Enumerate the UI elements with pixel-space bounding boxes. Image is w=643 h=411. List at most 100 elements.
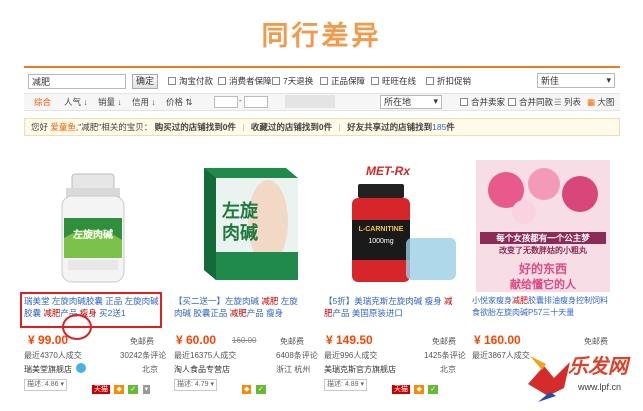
sort-select[interactable]: 新佳 ▾ bbox=[537, 73, 615, 88]
view-grid-button[interactable]: ▦ 大图 bbox=[587, 96, 614, 108]
badge-icons-2: ◆ ✓ bbox=[242, 378, 266, 396]
range-dash: - bbox=[239, 95, 242, 105]
product-title-3[interactable]: 【5折】美瑞克斯左旋肉碱 瘦身 减肥产品 美国原装进口 bbox=[324, 295, 460, 322]
box-label: 左旋肉碱 bbox=[222, 201, 258, 243]
badge-icons-3: 天猫 ◆ ✓ bbox=[392, 378, 439, 396]
bottle-label: L-CARNITINE bbox=[358, 226, 404, 233]
dsr-3[interactable]: 描述: 4.89 ▾ bbox=[324, 379, 367, 391]
checkbox-icon[interactable] bbox=[218, 77, 226, 85]
product-price-3: ¥ 149.50 bbox=[326, 333, 373, 347]
watermark-logo: 乐发网 www.lpf.cn bbox=[520, 344, 640, 406]
sort-popularity[interactable]: 人气 ↓ bbox=[64, 96, 88, 108]
location-3: 北京 bbox=[440, 365, 456, 374]
product-price-2: ¥ 60.00 bbox=[176, 333, 217, 347]
badge-icons-1: 天猫 ◆ ✓ ▾ bbox=[92, 378, 151, 396]
location-select[interactable]: 所在地 ▾ bbox=[380, 95, 442, 109]
product-image-4[interactable]: 每个女孩都有一个公主梦 改变了无数胖姑的小粗丸 好的东西 献给懂它的人 bbox=[476, 160, 610, 292]
arrow-down-icon: ↓ bbox=[149, 97, 156, 107]
filter-wangwang-online[interactable]: 旺旺在线 bbox=[371, 75, 416, 87]
checkbox-icon[interactable] bbox=[168, 77, 176, 85]
sort-arrows-icon: ⇅ bbox=[183, 97, 193, 107]
tmall-icon: 天猫 bbox=[92, 385, 110, 394]
brand-label: MET-Rx bbox=[366, 164, 411, 178]
sales-1: 最近4370人成交 bbox=[24, 351, 82, 360]
user-link[interactable]: 爱童鱼 bbox=[50, 122, 76, 132]
filter-7day-return[interactable]: 7天退换 bbox=[272, 75, 313, 87]
shipping-2: 免邮费 bbox=[280, 337, 304, 346]
reviews-3[interactable]: 1425条评论 bbox=[424, 350, 466, 361]
checkbox-icon[interactable] bbox=[371, 77, 379, 85]
filter-genuine[interactable]: 正品保障 bbox=[320, 75, 365, 87]
grid-icon: ▦ bbox=[587, 97, 596, 107]
merge-sellers[interactable]: 合并卖家 bbox=[460, 96, 505, 108]
confirm-button[interactable]: 确定 bbox=[132, 74, 158, 89]
bottle-label: 左旋肉碱 bbox=[73, 230, 113, 241]
promo-line-2: 改变了无数胖姑的小粗丸 bbox=[499, 246, 587, 255]
chevron-down-icon: ▾ bbox=[433, 96, 438, 106]
sort-comprehensive[interactable]: 综合 bbox=[34, 96, 51, 108]
shop-1[interactable]: 瑞美堂旗舰店 bbox=[24, 364, 72, 375]
shipping-1: 免邮费 bbox=[130, 337, 154, 346]
dsr-1[interactable]: 描述: 4.86 ▾ bbox=[24, 379, 67, 391]
promo-line-1: 每个女孩都有一个公主梦 bbox=[480, 232, 606, 244]
promo-line-4: 献给懂它的人 bbox=[510, 279, 576, 291]
price-max-input[interactable] bbox=[244, 96, 268, 108]
product-title-1[interactable]: 瑞美堂 左旋肉碱胶囊 正品 左旋肉碱 胶囊 减肥产品 瘦身 买2送1 bbox=[24, 295, 160, 322]
accent-divider bbox=[24, 66, 620, 68]
product-title-4[interactable]: 小悦家瘦身减肥胶囊排油瘦身控制饲料 食欲胎左旋肉碱P57三十天量 bbox=[472, 295, 610, 322]
watermark-text: 乐发网 bbox=[568, 356, 628, 378]
promo-line-3: 好的东西 bbox=[518, 262, 567, 276]
filter-consumer-protect[interactable]: 消费者保障 bbox=[218, 75, 272, 87]
checkbox-icon[interactable] bbox=[460, 98, 468, 106]
merge-same[interactable]: 合并同款 bbox=[508, 96, 553, 108]
filter-discount[interactable]: 折扣促销 bbox=[426, 75, 471, 87]
checkbox-icon[interactable] bbox=[508, 98, 516, 106]
arrow-down-icon: ↓ bbox=[115, 97, 122, 107]
sort-price[interactable]: 价格 ⇅ bbox=[166, 96, 193, 108]
shipping-3: 免邮费 bbox=[432, 337, 456, 346]
shield-icon: ◆ bbox=[414, 385, 424, 394]
price-min-input[interactable] bbox=[214, 96, 238, 108]
location-1: 北京 bbox=[142, 365, 158, 374]
product-image-3[interactable]: MET-Rx L-CARNITINE 1000mg bbox=[330, 160, 460, 288]
product-image-2[interactable]: 左旋肉碱 bbox=[186, 160, 304, 288]
sales-3: 最近996人成交 bbox=[324, 351, 378, 360]
more-icon: ▾ bbox=[142, 385, 151, 394]
view-list-button[interactable]: ☰ 列表 bbox=[554, 96, 581, 108]
friend-notice: 您好 爱童鱼,"减肥"相关的宝贝： 购买过的店铺找到0件 | 收藏过的店铺找到0… bbox=[24, 118, 620, 136]
product-title-2[interactable]: 【买二送一】左旋肉碱 减肥 左旋肉碱 胶囊正品 减肥产品 瘦身 bbox=[174, 295, 306, 322]
page-title: 同行差异 bbox=[261, 21, 382, 51]
dose-label: 1000mg bbox=[368, 238, 394, 245]
protect-icon: ✓ bbox=[255, 385, 266, 394]
checkbox-icon[interactable] bbox=[272, 77, 280, 85]
product-image-1[interactable]: 左旋肉碱 bbox=[28, 160, 148, 288]
checkbox-icon[interactable] bbox=[320, 77, 328, 85]
sort-sales[interactable]: 销量 ↓ bbox=[98, 96, 122, 108]
reviews-1[interactable]: 30242条评论 bbox=[120, 350, 166, 361]
dsr-2[interactable]: 描述: 4.79 ▾ bbox=[174, 379, 217, 391]
protect-icon: ✓ bbox=[428, 385, 439, 394]
shop-2[interactable]: 淘人食品专营店 bbox=[174, 364, 230, 375]
shield-icon: ◆ bbox=[242, 385, 252, 394]
blurred-area bbox=[285, 95, 335, 108]
sort-credit[interactable]: 信用 ↓ bbox=[132, 96, 156, 108]
protect-icon: ✓ bbox=[128, 385, 139, 394]
found-count[interactable]: 185 bbox=[432, 122, 446, 132]
tmall-icon: 天猫 bbox=[392, 385, 410, 394]
location-2: 浙江 杭州 bbox=[276, 365, 311, 374]
filter-taobao-pay[interactable]: 淘宝付款 bbox=[168, 75, 213, 87]
sales-2: 最近16375人成交 bbox=[174, 351, 237, 360]
search-input[interactable]: 减肥 bbox=[28, 74, 126, 89]
wangwang-icon[interactable] bbox=[76, 363, 86, 373]
list-icon: ☰ bbox=[554, 97, 562, 107]
checkbox-icon[interactable] bbox=[426, 77, 434, 85]
product-price-1: ¥ 99.00 bbox=[28, 333, 69, 347]
chevron-down-icon: ▾ bbox=[606, 75, 611, 85]
shop-3[interactable]: 美瑞克斯官方旗舰店 bbox=[324, 364, 396, 375]
reviews-2[interactable]: 6408条评论 bbox=[276, 350, 318, 361]
arrow-down-icon: ↓ bbox=[81, 97, 88, 107]
shield-icon: ◆ bbox=[114, 385, 124, 394]
product-price-4: ¥ 160.00 bbox=[474, 333, 521, 347]
orig-price-2: 160.00 bbox=[232, 336, 257, 345]
watermark-url: www.lpf.cn bbox=[578, 382, 622, 392]
